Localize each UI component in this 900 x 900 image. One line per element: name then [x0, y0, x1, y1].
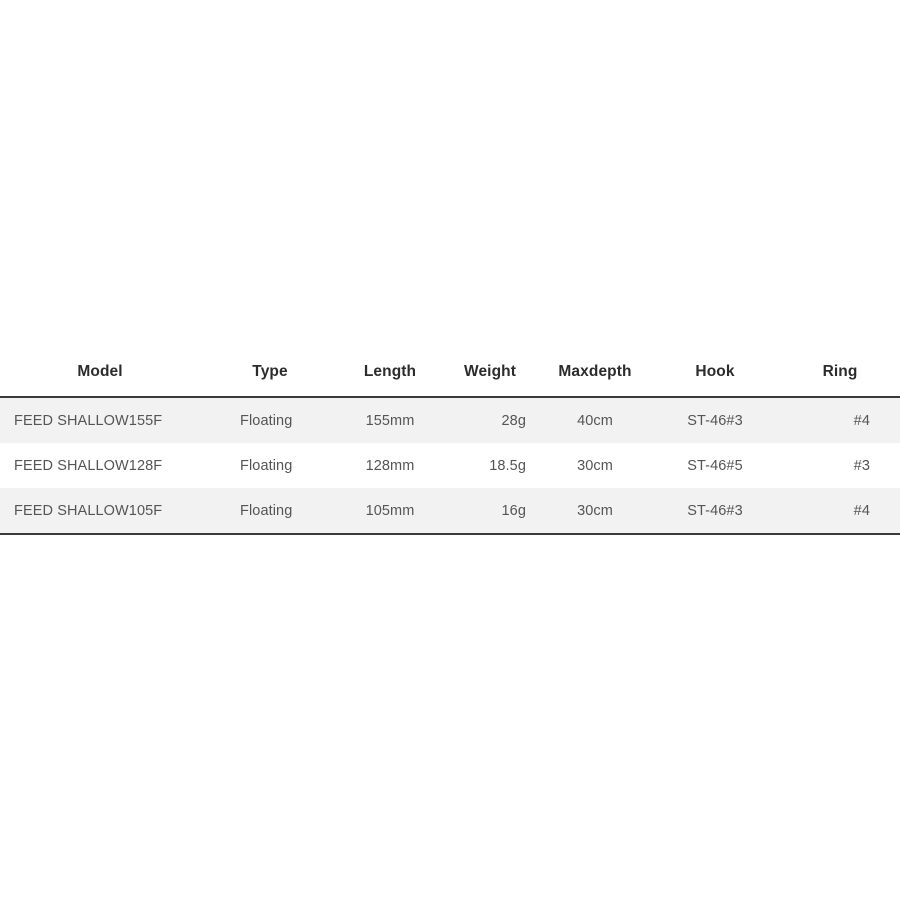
cell-maxdepth: 40cm	[577, 412, 613, 429]
table-row: FEED SHALLOW128F Floating 128mm 18.5g 30…	[0, 443, 900, 488]
cell-maxdepth: 30cm	[577, 457, 613, 474]
cell-type: Floating	[240, 457, 293, 474]
table-header-row: Model Type Length Weight Maxdepth Hook R…	[0, 361, 900, 397]
cell-model: FEED SHALLOW128F	[14, 457, 163, 474]
cell-weight: 16g	[501, 502, 526, 519]
cell-ring: #4	[853, 502, 870, 519]
cell-model: FEED SHALLOW155F	[14, 412, 163, 429]
column-header-ring: Ring	[780, 361, 900, 397]
cell-hook: ST-46#3	[687, 412, 743, 429]
product-specification-table: Model Type Length Weight Maxdepth Hook R…	[0, 361, 900, 535]
column-header-type: Type	[200, 361, 340, 397]
table-row: FEED SHALLOW155F Floating 155mm 28g 40cm…	[0, 397, 900, 443]
column-header-maxdepth: Maxdepth	[540, 361, 650, 397]
cell-type: Floating	[240, 502, 293, 519]
cell-weight: 18.5g	[489, 457, 526, 474]
cell-length: 105mm	[365, 502, 415, 519]
table-row: FEED SHALLOW105F Floating 105mm 16g 30cm…	[0, 488, 900, 534]
cell-type: Floating	[240, 412, 293, 429]
column-header-weight: Weight	[440, 361, 540, 397]
cell-maxdepth: 30cm	[577, 502, 613, 519]
cell-weight: 28g	[501, 412, 526, 429]
cell-ring: #3	[853, 457, 870, 474]
table-body: FEED SHALLOW155F Floating 155mm 28g 40cm…	[0, 397, 900, 534]
cell-hook: ST-46#3	[687, 502, 743, 519]
spec-table-container: Model Type Length Weight Maxdepth Hook R…	[0, 361, 900, 535]
cell-length: 155mm	[365, 412, 415, 429]
cell-hook: ST-46#5	[687, 457, 743, 474]
cell-length: 128mm	[365, 457, 415, 474]
cell-model: FEED SHALLOW105F	[14, 502, 163, 519]
column-header-length: Length	[340, 361, 440, 397]
column-header-model: Model	[0, 361, 200, 397]
table-header: Model Type Length Weight Maxdepth Hook R…	[0, 361, 900, 397]
column-header-hook: Hook	[650, 361, 780, 397]
cell-ring: #4	[853, 412, 870, 429]
page-canvas: Model Type Length Weight Maxdepth Hook R…	[0, 0, 900, 900]
